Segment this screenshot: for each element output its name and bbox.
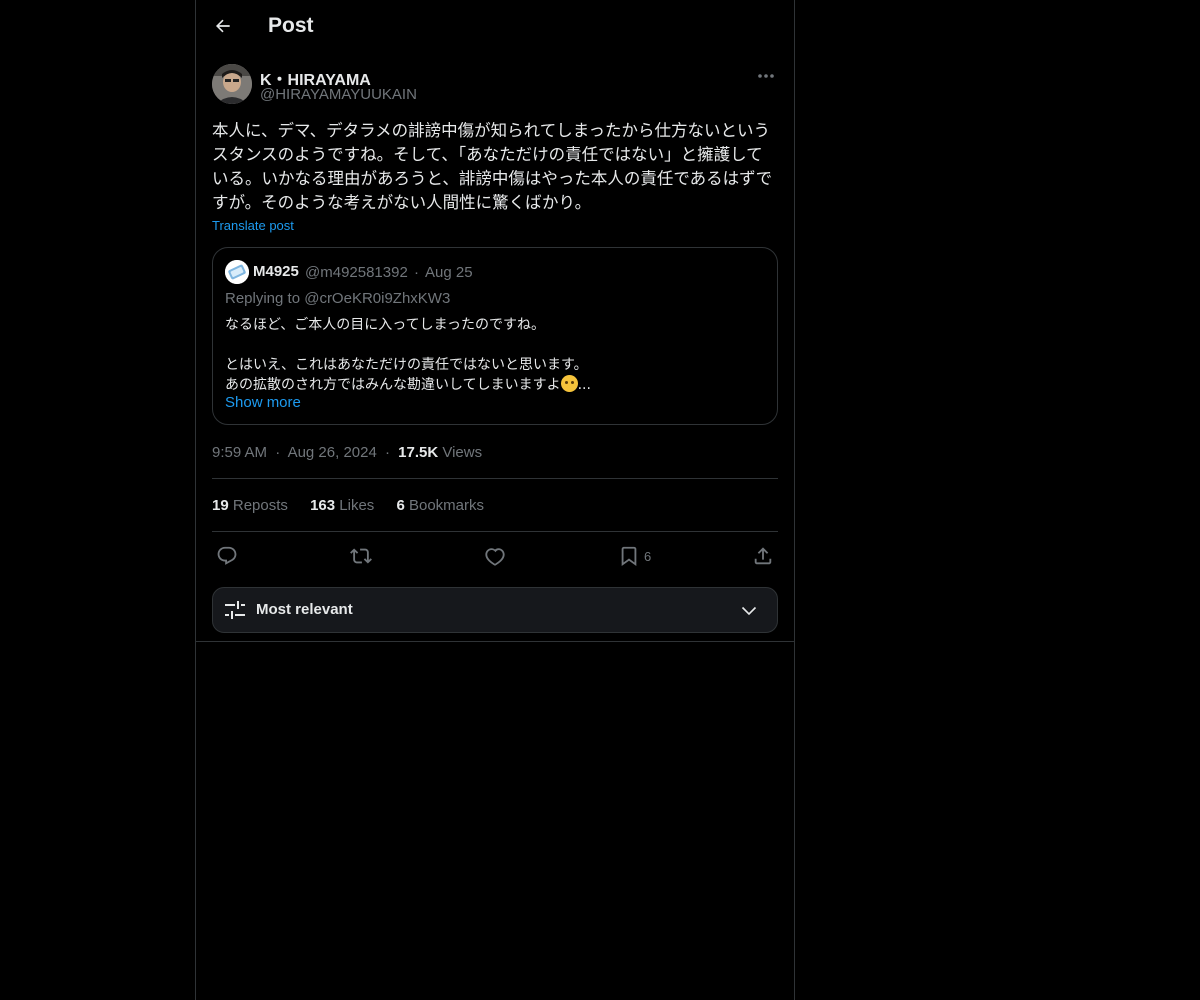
sliders-icon: [225, 601, 245, 619]
bookmark-count: 6: [644, 548, 652, 564]
quote-text-line: とはいえ、これはあなただけの責任ではないと思います。: [225, 357, 588, 373]
show-more-link[interactable]: Show more: [225, 394, 301, 411]
quote-author-handle: @m492581392: [305, 264, 408, 281]
post-text: 本人に、デマ、デタラメの誹謗中傷が知られてしまったから仕方ないというスタンスのよ…: [212, 121, 773, 212]
like-button[interactable]: [484, 542, 506, 570]
engagement-stats: 19 Reposts 163 Likes 6 Bookmarks: [212, 497, 502, 514]
translate-post-link[interactable]: Translate post: [212, 218, 294, 233]
page-header: Post: [196, 0, 794, 54]
back-button[interactable]: [208, 11, 238, 41]
quote-avatar: [225, 260, 249, 284]
reply-sort-dropdown[interactable]: Most relevant: [212, 587, 778, 633]
meta-separator: ·: [384, 444, 390, 461]
section-divider: [196, 641, 794, 642]
more-button[interactable]: [754, 66, 778, 86]
repost-icon: [350, 548, 372, 564]
heart-icon: [485, 548, 505, 566]
quote-author-name: M4925: [253, 263, 299, 280]
reposts-count: 19: [212, 497, 229, 514]
post-time[interactable]: 9:59 AM: [212, 444, 267, 461]
author-avatar[interactable]: [212, 64, 252, 104]
sad-face-emoji: [560, 375, 578, 392]
bookmarks-label: Bookmarks: [408, 497, 485, 514]
reposts-stat[interactable]: 19 Reposts: [212, 497, 288, 514]
author-handle[interactable]: @HIRAYAMAYUUKAIN: [260, 86, 417, 103]
main-column: Post K・HIRAYAMA @HIRAYAMAYUUKAIN 本人に、デマ、…: [195, 0, 795, 1000]
quote-date: Aug 25: [425, 264, 473, 281]
reply-button[interactable]: [216, 542, 238, 570]
chevron-down-icon: [741, 606, 757, 616]
meta-separator: ·: [275, 444, 281, 461]
views-count: 17.5K: [398, 444, 439, 461]
quote-ellipsis: ...: [577, 377, 591, 393]
quote-replying-to: Replying to @crOeKR0i9ZhxKW3: [225, 290, 451, 307]
quote-text-line: なるほど、ご本人の目に入ってしまったのですね。: [225, 317, 546, 333]
arrow-left-icon: [216, 19, 230, 33]
share-icon: [754, 547, 772, 565]
divider: [212, 531, 778, 532]
quote-avatar-image: [225, 260, 249, 284]
likes-count: 163: [310, 497, 336, 514]
repost-button[interactable]: [350, 542, 372, 570]
bookmark-icon: [621, 546, 637, 567]
page-title: Post: [268, 14, 314, 37]
bookmarks-stat[interactable]: 6 Bookmarks: [396, 497, 484, 514]
share-button[interactable]: [752, 542, 774, 570]
reply-icon: [217, 546, 237, 565]
bookmarks-count: 6: [396, 497, 405, 514]
quote-text-line: あの拡散のされ方ではみんな勘違いしてしまいますよ...: [225, 374, 591, 394]
quoted-post[interactable]: M4925 @m492581392 · Aug 25 Replying to @…: [212, 247, 778, 425]
action-bar: 6: [212, 542, 778, 570]
views-label: Views: [442, 444, 483, 461]
reposts-label: Reposts: [232, 497, 288, 514]
quote-text-segment: あの拡散のされ方ではみんな勘違いしてしまいますよ: [225, 377, 561, 393]
sort-label: Most relevant: [256, 601, 353, 618]
quote-separator: ·: [414, 264, 419, 281]
more-horizontal-icon: [758, 74, 774, 78]
bookmark-button[interactable]: 6: [618, 542, 651, 570]
likes-stat[interactable]: 163 Likes: [310, 497, 374, 514]
likes-label: Likes: [339, 497, 375, 514]
avatar-image: [212, 64, 252, 104]
divider: [212, 478, 778, 479]
post-date[interactable]: Aug 26, 2024: [288, 444, 377, 461]
post-metadata: 9:59 AM · Aug 26, 2024 · 17.5K Views: [212, 444, 482, 461]
